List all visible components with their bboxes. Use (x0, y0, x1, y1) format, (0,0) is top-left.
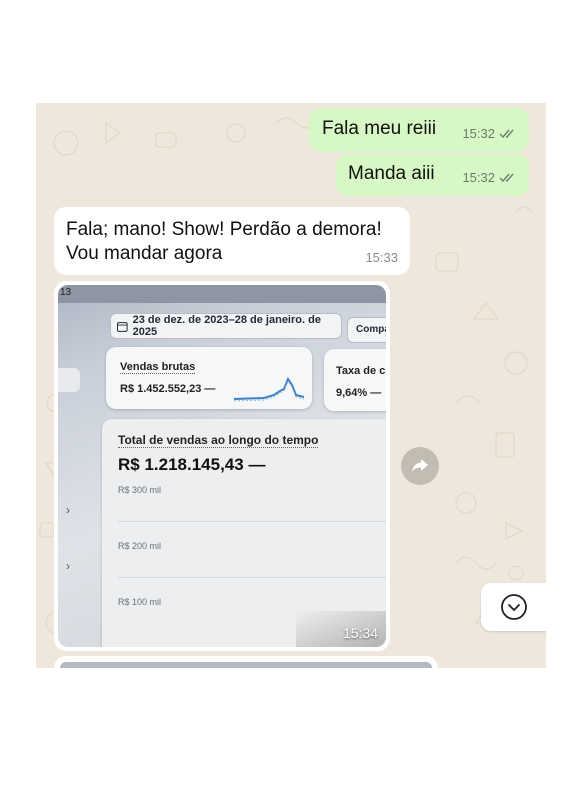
message-meta: 15:32 (462, 122, 517, 146)
photo-top-strip (58, 285, 386, 303)
compare-button: Compa (347, 317, 386, 343)
double-check-icon (499, 173, 514, 183)
message-line: Vou mandar agora (66, 243, 223, 264)
message-time: 15:33 (365, 250, 398, 265)
metric-value: R$ 1.452.552,23 — (120, 383, 216, 395)
chevron-right-icon: › (66, 559, 70, 573)
message-meta: 15:32 (462, 166, 517, 190)
grid-line (118, 577, 386, 578)
chevron-down-icon (501, 594, 527, 620)
double-check-icon (499, 129, 514, 139)
message-time: 15:32 (462, 170, 495, 185)
chat-area[interactable]: Fala meu reiii 15:32 Manda aiii 15:32 Fa… (36, 103, 546, 668)
message-outgoing[interactable]: Fala meu reiii 15:32 (309, 108, 529, 152)
y-tick-label: R$ 100 mil (118, 597, 162, 607)
side-panel-tab (58, 368, 80, 392)
next-image-message[interactable] (54, 656, 438, 668)
message-incoming[interactable]: Fala; mano! Show! Perdão a demora! Vou m… (54, 207, 410, 275)
message-time: 15:32 (462, 126, 495, 141)
chevron-right-icon: › (66, 503, 70, 517)
y-tick-label: R$ 300 mil (118, 485, 162, 495)
sparkline-chart (234, 376, 304, 402)
metric-label: Taxa de c (336, 365, 386, 377)
metric-card-gross-sales: Vendas brutas R$ 1.452.552,23 — (106, 347, 312, 409)
grid-line (118, 521, 386, 522)
forward-icon (412, 459, 428, 473)
y-tick-label: R$ 200 mil (118, 541, 162, 551)
photo-corner-label: 13 (60, 287, 72, 298)
message-outgoing[interactable]: Manda aiii 15:32 (336, 154, 529, 196)
scroll-to-bottom-button[interactable] (481, 583, 546, 631)
chart-total: R$ 1.218.145,43 — (118, 455, 266, 474)
photo-time: 15:34 (342, 625, 378, 641)
message-text: Manda aiii (348, 163, 435, 184)
date-range-button: 23 de dez. de 2023–28 de janeiro. de 202… (110, 313, 342, 339)
chart-title: Total de vendas ao longo do tempo (118, 433, 319, 448)
date-range-label: 23 de dez. de 2023–28 de janeiro. de 202… (132, 314, 321, 338)
message-text: Fala meu reiii (322, 118, 437, 139)
message-line: Fala; mano! Show! Perdão a demora! (66, 219, 382, 240)
metric-value: 9,64% — (336, 387, 382, 399)
image-message[interactable]: 13 23 de dez. de 2023–28 de janeiro. de … (54, 281, 390, 651)
next-image-preview (60, 662, 432, 668)
calendar-icon (117, 321, 128, 332)
metric-card-rate: Taxa de c 9,64% — (324, 349, 386, 411)
message-text: Fala; mano! Show! Perdão a demora! Vou m… (66, 218, 382, 266)
forward-button[interactable] (401, 447, 439, 485)
metric-label: Vendas brutas (120, 361, 196, 374)
shared-photo[interactable]: 13 23 de dez. de 2023–28 de janeiro. de … (58, 285, 386, 647)
